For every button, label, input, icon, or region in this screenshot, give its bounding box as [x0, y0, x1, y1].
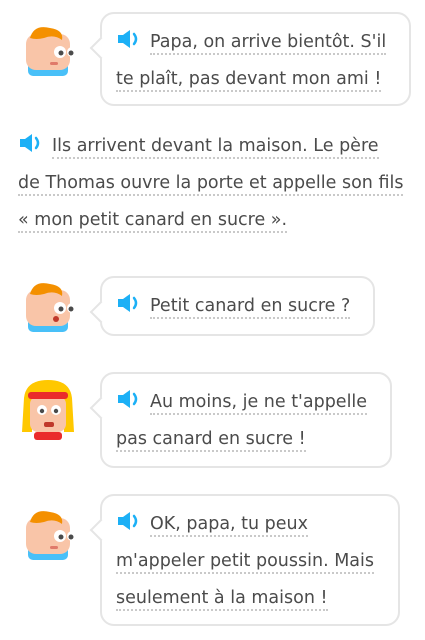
message-text[interactable]: Petit canard en sucre ? [150, 296, 351, 319]
narration-text[interactable]: Ils arrivent devant la maison. Le père [52, 136, 379, 159]
message-bubble-1: Papa, on arrive bientôt. S'il te plaît, … [100, 12, 411, 106]
narration-line: « mon petit canard en sucre ». [18, 202, 418, 239]
message-bubble-4: Au moins, je ne t'appelle pas canard en … [100, 372, 392, 468]
narration-text[interactable]: de Thomas ouvre la porte et appelle son … [18, 173, 404, 196]
message-line: pas canard en sucre ! [116, 421, 376, 458]
narration: Ils arrivent devant la maison. Le père d… [18, 128, 418, 239]
message-text[interactable]: te plaît, pas devant mon ami ! [116, 69, 382, 92]
speaker-icon[interactable] [116, 388, 142, 410]
speaker-icon[interactable] [18, 132, 44, 154]
message-text[interactable]: pas canard en sucre ! [116, 429, 306, 452]
speaker-icon[interactable] [116, 28, 142, 50]
narration-text[interactable]: « mon petit canard en sucre ». [18, 210, 288, 233]
boy-avatar-icon [20, 22, 77, 86]
message-line: Papa, on arrive bientôt. S'il [116, 24, 395, 61]
message-text[interactable]: Au moins, je ne t'appelle [150, 392, 368, 415]
message-text[interactable]: Papa, on arrive bientôt. S'il [150, 32, 387, 55]
message-bubble-3: Petit canard en sucre ? [100, 276, 375, 336]
message-line: seulement à la maison ! [116, 580, 384, 617]
message-text[interactable]: m'appeler petit poussin. Mais [116, 551, 374, 574]
girl-avatar-icon [20, 378, 76, 442]
message-line: OK, papa, tu peux [116, 506, 384, 543]
message-line: m'appeler petit poussin. Mais [116, 543, 384, 580]
speaker-icon[interactable] [116, 292, 142, 314]
message-line: Petit canard en sucre ? [116, 288, 359, 325]
message-line: Au moins, je ne t'appelle [116, 384, 376, 421]
message-text[interactable]: OK, papa, tu peux [150, 514, 309, 537]
boy-avatar-icon [20, 506, 77, 570]
speaker-icon[interactable] [116, 510, 142, 532]
narration-line: de Thomas ouvre la porte et appelle son … [18, 165, 418, 202]
narration-line: Ils arrivent devant la maison. Le père [18, 128, 418, 165]
boy-avatar-icon [20, 278, 77, 342]
message-text[interactable]: seulement à la maison ! [116, 588, 328, 611]
message-bubble-5: OK, papa, tu peux m'appeler petit poussi… [100, 494, 400, 626]
message-line: te plaît, pas devant mon ami ! [116, 61, 395, 98]
